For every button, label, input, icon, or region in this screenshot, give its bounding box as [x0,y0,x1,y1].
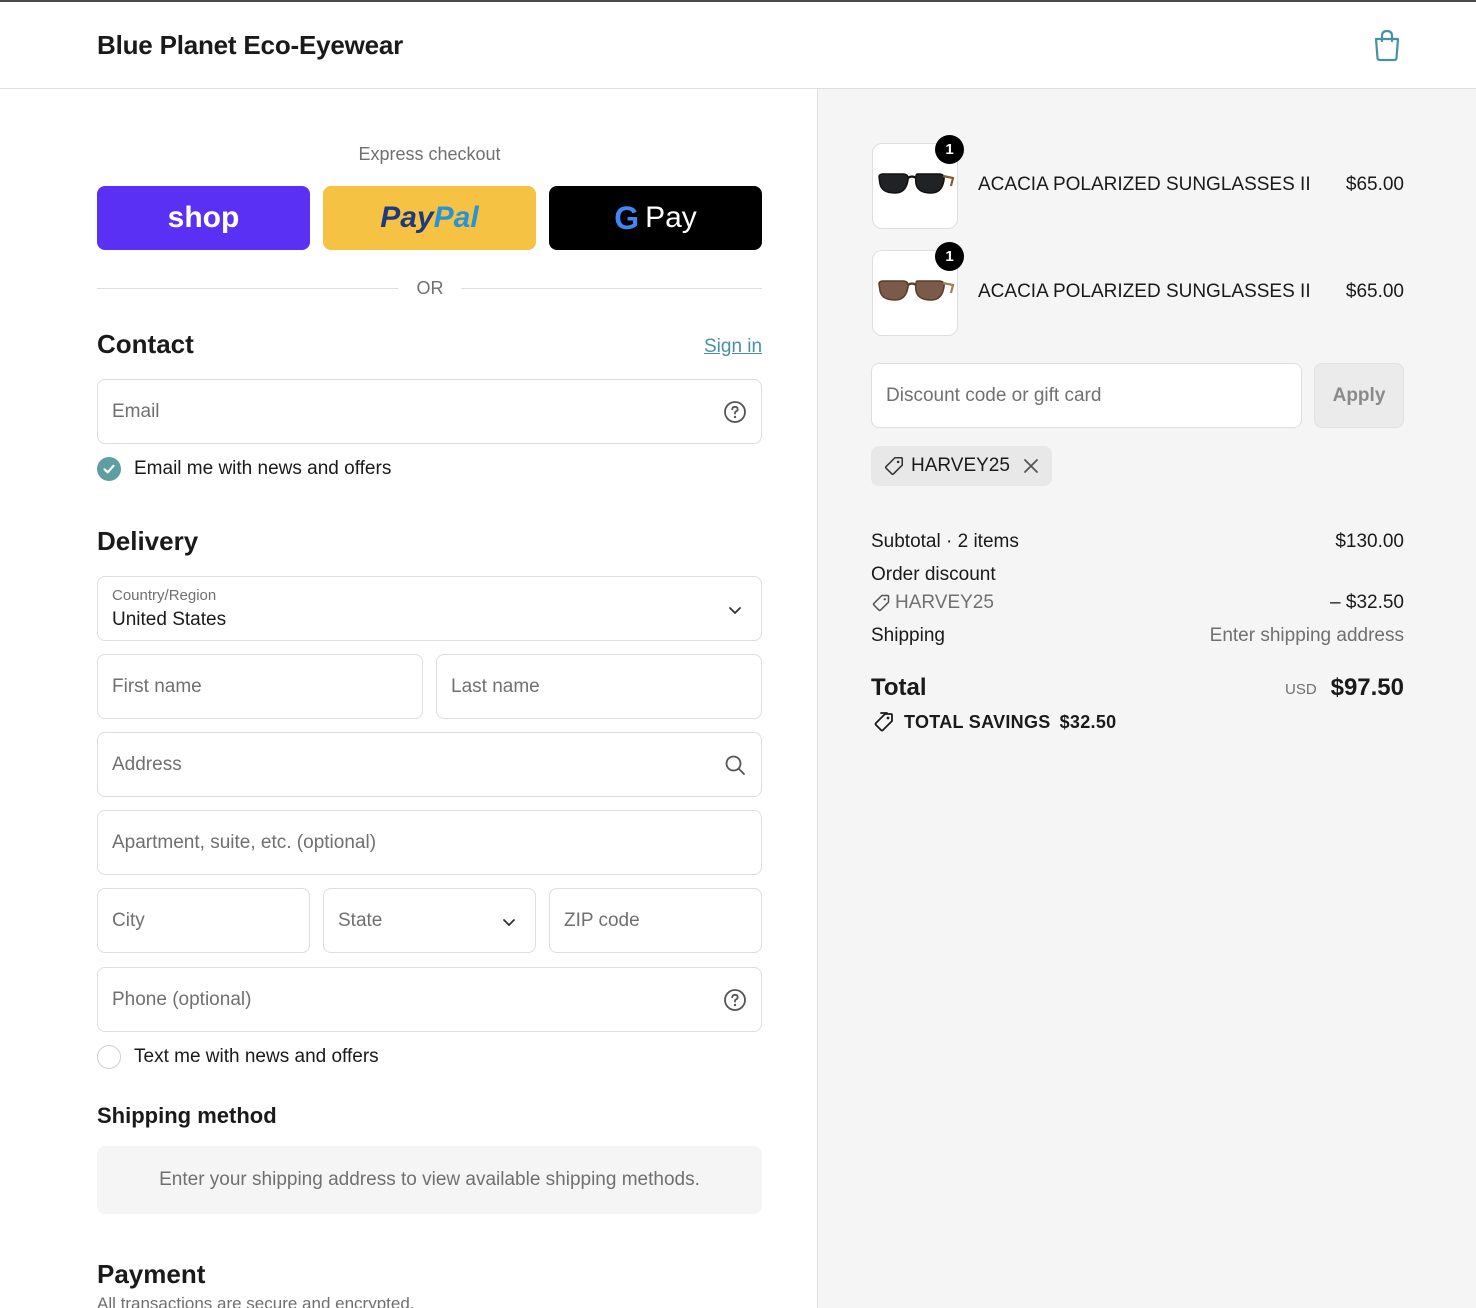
or-divider-left [97,288,398,289]
text-news-checkbox[interactable] [97,1045,121,1069]
country-select[interactable]: Country/Region United States [97,576,762,641]
email-news-checkbox[interactable] [97,457,121,481]
chevron-down-icon [729,607,741,614]
search-icon [725,755,745,775]
apartment-placeholder: Apartment, suite, etc. (optional) [112,832,377,853]
tag-icon [884,456,904,476]
city-field[interactable]: City [97,888,310,953]
shipping-method-text: Enter your shipping address to view avai… [159,1169,700,1190]
email-field[interactable]: Email [97,379,762,444]
or-divider-right [461,288,762,289]
apply-discount-button[interactable]: Apply [1314,363,1404,428]
page-header: Blue Planet Eco-Eyewear [0,2,1476,89]
checkout-form: Express checkout shop Pay Pal G Pay OR Con… [0,89,817,1308]
item-price: $65.00 [1345,281,1404,302]
google-g-icon: G [614,199,640,236]
text-news-label: Text me with news and offers [134,1046,379,1067]
contact-heading: Contact [97,329,194,359]
shipping-method-heading: Shipping method [97,1103,277,1128]
text-news-checkbox-row[interactable]: Text me with news and offers [97,1045,379,1069]
payment-heading: Payment [97,1259,206,1289]
subtotal-row: Subtotal · 2 items $130.00 [871,531,1404,553]
store-name[interactable]: Blue Planet Eco-Eyewear [97,30,403,61]
savings-tag-icon [874,712,893,732]
last-name-placeholder: Last name [451,676,540,697]
checkmark-icon [103,464,115,474]
quantity-badge: 1 [935,242,964,271]
subtotal-label: Subtotal · 2 items [871,531,1019,552]
address-placeholder: Address [112,754,182,775]
chevron-down-icon [503,919,515,926]
phone-field[interactable]: Phone (optional) [97,967,762,1032]
express-checkout-title: Express checkout [358,144,501,164]
help-circle-icon[interactable] [723,988,747,1012]
state-placeholder: State [338,910,383,931]
payment-description: All transactions are secure and encrypte… [97,1294,415,1308]
discount-placeholder: Discount code or gift card [886,385,1102,406]
item-price: $65.00 [1345,174,1404,195]
shipping-row: Shipping Enter shipping address [871,625,1404,647]
subtotal-value: $130.00 [1335,531,1404,552]
item-name: ACACIA POLARIZED SUNGLASSES II [978,281,1311,302]
google-pay-label: Pay [645,201,697,234]
state-select[interactable]: State [323,888,536,953]
first-name-field[interactable]: First name [97,654,423,719]
remove-discount-icon[interactable] [1022,457,1040,475]
order-discount-code-text: HARVEY25 [895,592,994,613]
shipping-method-message: Enter your shipping address to view avai… [97,1146,762,1214]
shipping-label: Shipping [871,625,945,646]
zip-placeholder: ZIP code [564,910,640,931]
paypal-label-1: Pay [380,201,434,234]
phone-placeholder: Phone (optional) [112,989,252,1010]
total-savings-value: $32.50 [1059,711,1117,732]
total-value: $97.50 [1330,674,1404,701]
apartment-field[interactable]: Apartment, suite, etc. (optional) [97,810,762,875]
or-divider-text: OR [416,278,444,298]
shop-pay-label: shop [167,201,240,234]
country-label: Country/Region [112,587,217,604]
applied-discount-code: HARVEY25 [911,455,1010,476]
total-label: Total [871,674,927,701]
first-name-placeholder: First name [112,676,202,697]
country-value: United States [112,609,227,630]
order-summary: 1 ACACIA POLARIZED SUNGLASSES II $65.00 … [817,89,1476,1308]
email-placeholder: Email [112,401,160,422]
email-news-label: Email me with news and offers [134,458,392,479]
zip-field[interactable]: ZIP code [549,888,762,953]
google-pay-button[interactable]: G Pay [549,186,762,250]
shopping-bag-icon[interactable] [1372,28,1402,62]
item-name: ACACIA POLARIZED SUNGLASSES II [978,174,1311,195]
total-savings: TOTAL SAVINGS $32.50 [871,710,1116,734]
order-discount-value: – $32.50 [1330,592,1404,613]
city-placeholder: City [112,910,145,931]
last-name-field[interactable]: Last name [436,654,762,719]
help-circle-icon[interactable] [723,400,747,424]
quantity-badge: 1 [935,135,964,164]
paypal-button[interactable]: Pay Pal [323,186,536,250]
order-discount-row: Order discount [871,564,1404,586]
order-discount-code: HARVEY25 [871,592,994,614]
sign-in-link[interactable]: Sign in [704,336,762,358]
discount-code-input[interactable]: Discount code or gift card [871,363,1302,428]
delivery-heading: Delivery [97,526,199,556]
paypal-label-2: Pal [433,201,479,234]
applied-discount-tag: HARVEY25 [871,446,1052,486]
address-field[interactable]: Address [97,732,762,797]
shop-pay-button[interactable]: shop [97,186,310,250]
order-discount-label: Order discount [871,564,996,585]
shipping-value: Enter shipping address [1209,625,1404,646]
tag-icon [872,594,890,612]
total-savings-label: TOTAL SAVINGS [904,711,1051,732]
email-news-checkbox-row[interactable]: Email me with news and offers [97,457,391,481]
order-discount-code-row: HARVEY25 – $32.50 [871,592,1404,619]
